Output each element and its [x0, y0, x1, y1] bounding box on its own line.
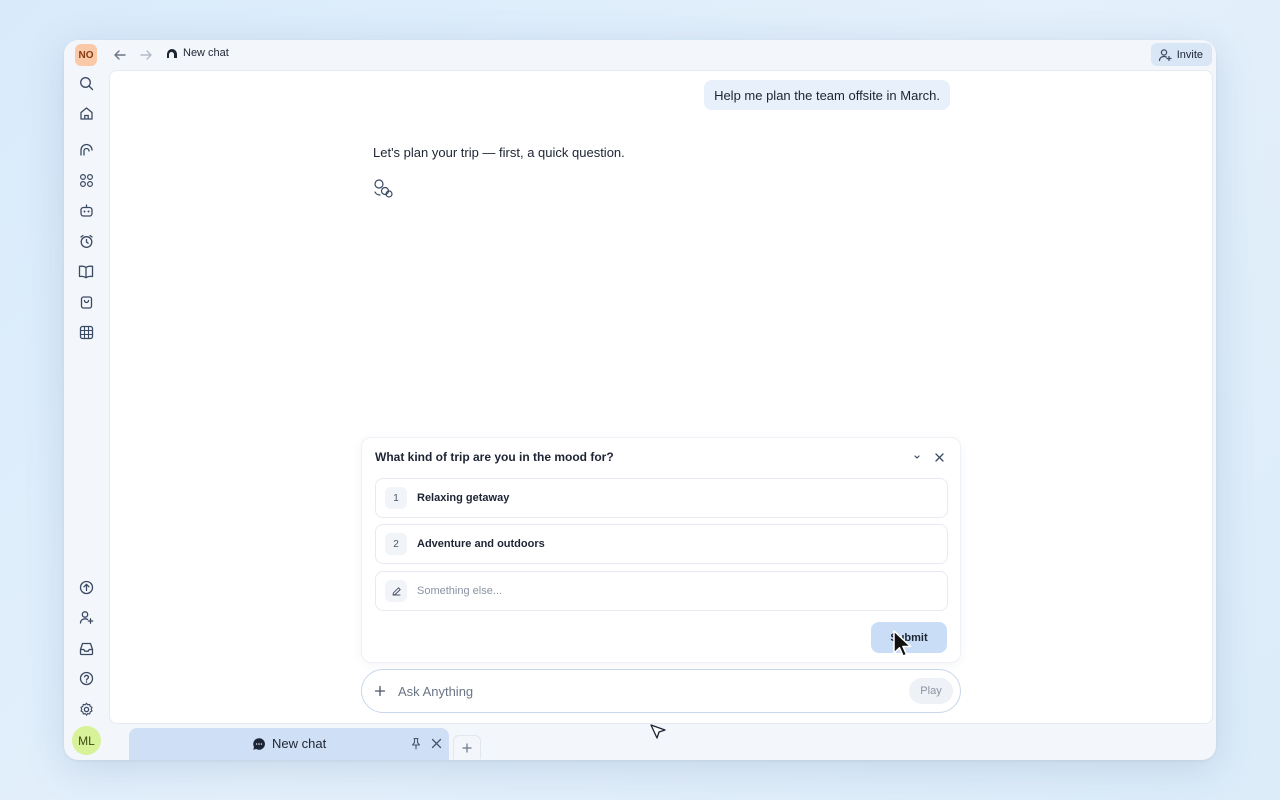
- sidebar-shop-button[interactable]: [77, 293, 95, 311]
- close-card-button[interactable]: [932, 450, 946, 464]
- chat-logo-icon: [167, 48, 177, 58]
- composer: Play: [361, 669, 961, 713]
- page-title: New chat: [183, 47, 229, 59]
- sidebar-settings-button[interactable]: [77, 700, 95, 718]
- thinking-indicator: [373, 178, 395, 205]
- option-label: Relaxing getaway: [417, 492, 510, 504]
- tab-new-chat[interactable]: New chat: [129, 728, 449, 760]
- inbox-icon: [79, 642, 93, 655]
- play-button[interactable]: Play: [909, 678, 953, 704]
- sidebar-bot-button[interactable]: [77, 201, 95, 219]
- collapse-button[interactable]: [910, 450, 924, 464]
- user-message-text: Help me plan the team offsite in March.: [714, 87, 940, 103]
- close-tab-button[interactable]: [429, 736, 443, 750]
- sidebar-home-button[interactable]: [77, 104, 95, 122]
- option-relaxing-getaway[interactable]: 1 Relaxing getaway: [375, 478, 948, 518]
- forward-button[interactable]: [137, 46, 155, 64]
- invite-label: Invite: [1176, 48, 1203, 61]
- upload-icon: [79, 580, 93, 594]
- back-button[interactable]: [111, 46, 129, 64]
- title-bar: NO New chat Invite: [64, 40, 1216, 70]
- thinking-icon: [374, 179, 393, 198]
- table-icon: [79, 325, 93, 339]
- search-icon: [79, 76, 93, 90]
- gear-icon: [79, 702, 93, 716]
- home-icon: [79, 106, 93, 120]
- question-title: What kind of trip are you in the mood fo…: [375, 450, 614, 464]
- apps-icon: [79, 173, 93, 187]
- mouse-cursor-icon: [893, 630, 912, 657]
- attach-button[interactable]: [372, 683, 388, 699]
- user-message-bubble: Help me plan the team offsite in March.: [704, 80, 950, 110]
- pin-tab-button[interactable]: [409, 736, 423, 750]
- tab-label: New chat: [272, 736, 327, 751]
- workspace-avatar[interactable]: NO: [75, 44, 97, 66]
- plus-icon: [374, 685, 386, 697]
- bot-icon: [79, 203, 93, 217]
- option-number: 2: [385, 533, 407, 555]
- sidebar-add-user-button[interactable]: [77, 608, 95, 626]
- chat-bubble-icon: [253, 738, 265, 750]
- help-icon: [79, 671, 93, 685]
- pointer-arrow-icon: [650, 724, 666, 739]
- question-card: What kind of trip are you in the mood fo…: [361, 437, 961, 663]
- app-window: NO New chat Invite ML Help me plan the t…: [64, 40, 1216, 760]
- chat-panel: Help me plan the team offsite in March. …: [109, 70, 1213, 724]
- sidebar-upgrade-button[interactable]: [77, 578, 95, 596]
- plus-icon: [462, 742, 472, 753]
- sidebar-help-button[interactable]: [77, 669, 95, 687]
- book-icon: [78, 265, 94, 278]
- sidebar-spaces-button[interactable]: [77, 140, 95, 158]
- close-icon: [934, 452, 944, 462]
- option-label: Adventure and outdoors: [417, 538, 545, 550]
- sidebar-library-button[interactable]: [77, 262, 95, 280]
- add-user-icon: [1158, 48, 1172, 61]
- sidebar: ML: [64, 70, 109, 760]
- sidebar-table-button[interactable]: [77, 323, 95, 341]
- pin-icon: [411, 737, 421, 750]
- ask-input[interactable]: [398, 683, 909, 699]
- arrow-right-icon: [140, 50, 152, 60]
- option-adventure-outdoors[interactable]: 2 Adventure and outdoors: [375, 524, 948, 564]
- pencil-icon-box: [385, 580, 407, 602]
- spaces-icon: [79, 143, 93, 156]
- chevron-down-icon: [914, 455, 920, 459]
- option-something-else[interactable]: [375, 571, 948, 611]
- user-avatar[interactable]: ML: [72, 726, 101, 755]
- add-user-icon: [79, 610, 93, 624]
- arrow-left-icon: [114, 50, 126, 60]
- alarm-icon: [79, 234, 93, 248]
- sidebar-apps-button[interactable]: [77, 171, 95, 189]
- assistant-message: Let's plan your trip — first, a quick qu…: [373, 145, 625, 160]
- bag-icon: [80, 295, 92, 309]
- sidebar-schedule-button[interactable]: [77, 232, 95, 250]
- custom-answer-input[interactable]: [417, 585, 917, 597]
- breadcrumb: New chat: [166, 47, 229, 59]
- sidebar-search-button[interactable]: [77, 74, 95, 92]
- close-icon: [431, 738, 441, 748]
- invite-button[interactable]: Invite: [1150, 43, 1212, 66]
- pencil-icon: [392, 586, 401, 595]
- new-tab-button[interactable]: [453, 735, 481, 759]
- option-number: 1: [385, 487, 407, 509]
- sidebar-inbox-button[interactable]: [77, 639, 95, 657]
